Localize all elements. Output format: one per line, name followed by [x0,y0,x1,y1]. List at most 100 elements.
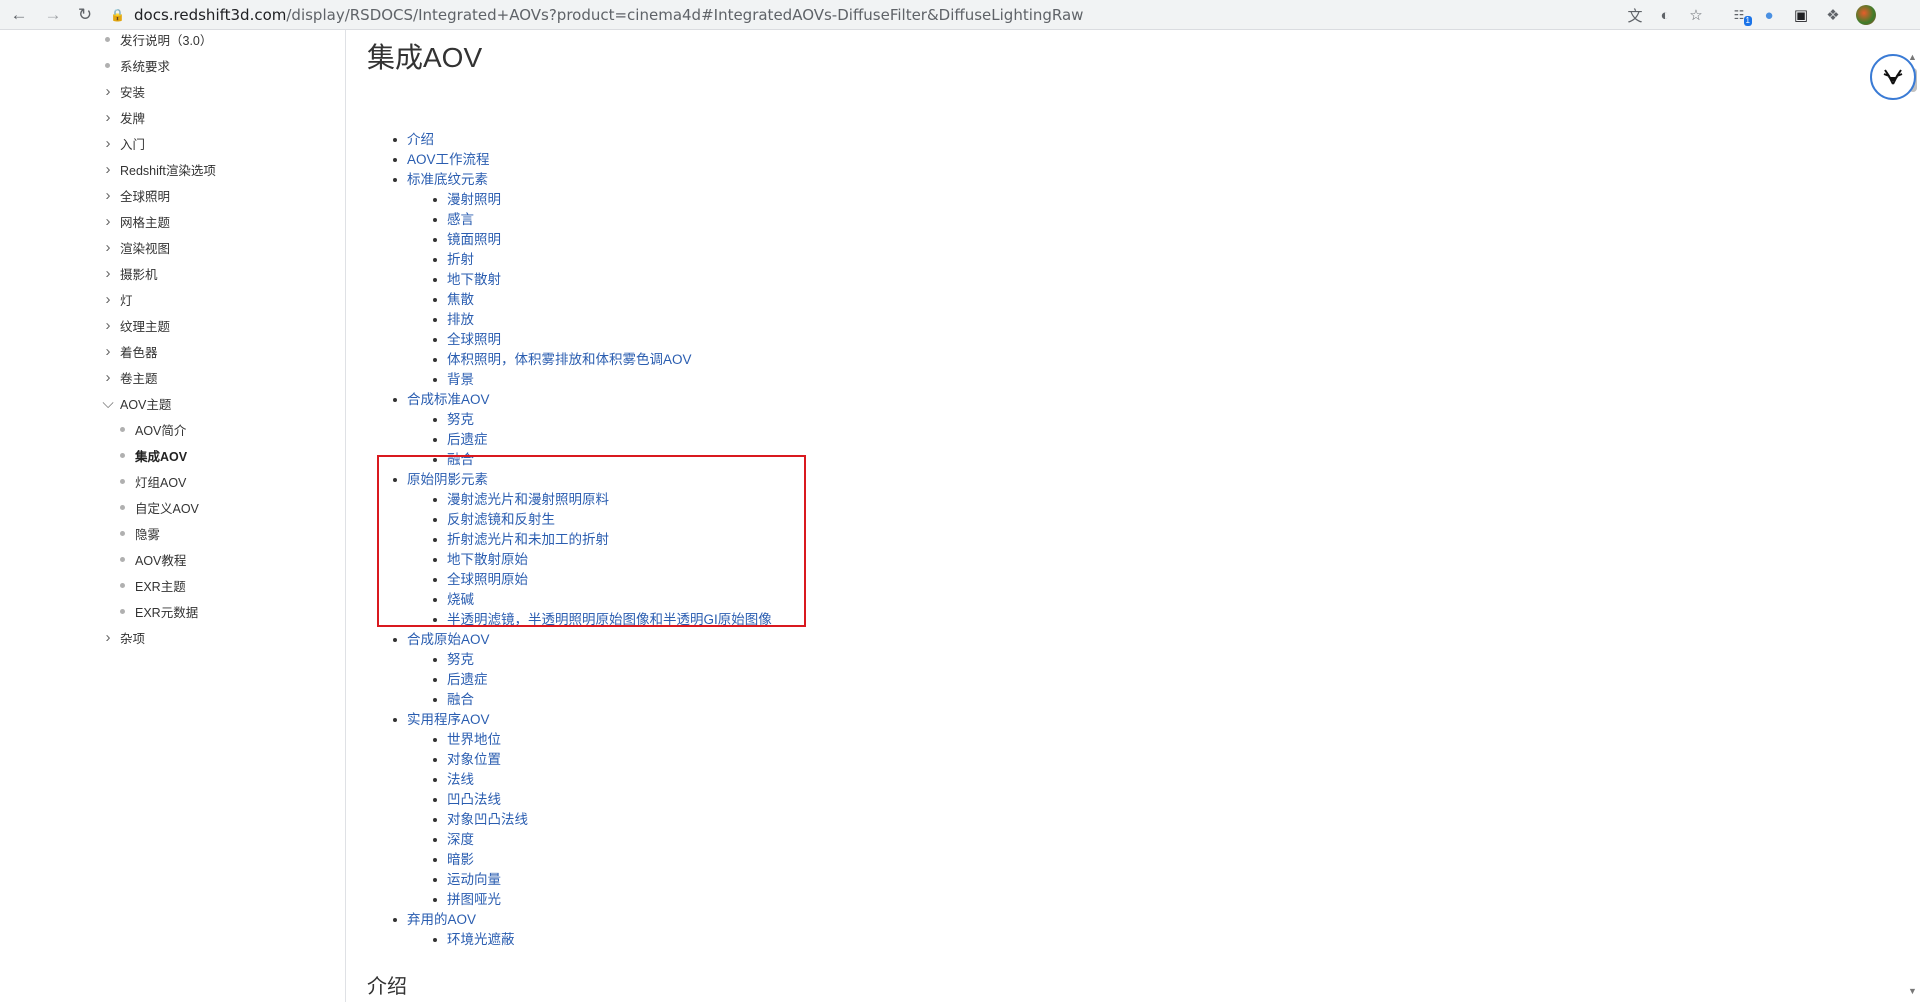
sidebar-item[interactable]: 灯组AOV [120,470,186,492]
chevron-right-icon[interactable]: › [102,317,114,334]
toc-sublink[interactable]: 法线 [447,770,474,790]
toc-link[interactable]: 合成原始AOV [407,630,490,650]
browser-toolbar: ← → ↻ 🔒 docs.redshift3d.com/display/RSDO… [0,0,1920,30]
toc-sublink[interactable]: 全球照明 [447,330,501,350]
toc-link[interactable]: AOV工作流程 [407,150,490,170]
toc-sublink[interactable]: 拼图哑光 [447,890,501,910]
forward-icon[interactable]: → [40,2,66,28]
puzzle-icon[interactable]: ❖ [1822,4,1844,26]
chevron-right-icon[interactable]: › [102,629,114,646]
toc-sublink[interactable]: 暗影 [447,850,474,870]
lock-icon[interactable]: 🔒 [104,8,134,22]
sidebar-item[interactable]: EXR主题 [120,574,186,596]
profile-icon[interactable] [1855,4,1877,26]
sidebar-item[interactable]: › 安装 [102,80,146,102]
sidebar-item-label: EXR主题 [135,579,186,594]
translate-icon[interactable]: 文 [1624,4,1646,26]
toc-link[interactable]: 弃用的AOV [407,910,476,930]
sidebar-item-label: 隐雾 [135,527,161,542]
toc-sublink[interactable]: 背景 [447,370,474,390]
sidebar-item-label: 摄影机 [120,267,158,282]
toc-sublink[interactable]: 努克 [447,650,474,670]
tablet-icon[interactable]: ▣ [1790,4,1812,26]
sidebar-item[interactable]: › 发牌 [102,106,146,128]
reload-icon[interactable]: ↻ [72,2,98,28]
sidebar-item[interactable]: › 卷主题 [102,366,158,388]
chevron-right-icon[interactable]: › [102,213,114,230]
back-icon[interactable]: ← [6,2,32,28]
sidebar-item[interactable]: EXR元数据 [120,600,198,622]
toc-link[interactable]: 实用程序AOV [407,710,490,730]
toc-sublink[interactable]: 漫射照明 [447,190,501,210]
sidebar-item[interactable]: ⌵ AOV主题 [102,392,171,414]
sidebar-item[interactable]: › 网格主题 [102,210,171,232]
chevron-right-icon[interactable]: › [102,83,114,100]
scroll-down-icon[interactable]: ▼ [1908,986,1917,996]
chevron-right-icon[interactable]: › [102,109,114,126]
sidebar-item[interactable]: 集成AOV [120,444,187,466]
sidebar-item[interactable]: 自定义AOV [120,496,199,518]
chevron-down-icon[interactable]: ⌵ [102,395,114,412]
extension-icon[interactable]: ☷ 1 [1728,4,1752,26]
toc-sublink[interactable]: 深度 [447,830,474,850]
sidebar-item-label: AOV教程 [135,553,187,568]
chevron-right-icon[interactable]: › [102,239,114,256]
sidebar-item[interactable]: 发行说明（3.0） [105,30,212,50]
star-icon[interactable]: ☆ [1685,4,1707,26]
toc-bullet-icon [393,398,397,402]
chevron-right-icon[interactable]: › [102,265,114,282]
eye-off-icon[interactable]: ◐ [1654,4,1676,26]
toc-bullet-icon [393,918,397,922]
toc-link[interactable]: 合成标准AOV [407,390,490,410]
chevron-right-icon[interactable]: › [102,291,114,308]
sidebar-item[interactable]: › 着色器 [102,340,158,362]
globe-icon[interactable]: ● [1758,4,1780,26]
toc-sublink[interactable]: 后遗症 [447,430,488,450]
sidebar-item-label: 自定义AOV [135,501,199,516]
sidebar-item[interactable]: AOV简介 [120,418,186,440]
chevron-right-icon[interactable]: › [102,343,114,360]
toc-link[interactable]: 介绍 [407,130,434,150]
toc-sublink[interactable]: 后遗症 [447,670,488,690]
toc-sublink[interactable]: 努克 [447,410,474,430]
sidebar-item[interactable]: › 入门 [102,132,146,154]
bullet-icon [105,62,110,68]
toc-bullet-icon [393,138,397,142]
toc-bullet-icon [433,278,437,282]
toc-sublink[interactable]: 凹凸法线 [447,790,501,810]
toc-sublink[interactable]: 世界地位 [447,730,501,750]
chevron-right-icon[interactable]: › [102,135,114,152]
sidebar-item[interactable]: › 杂项 [102,626,146,648]
toc-sublink[interactable]: 地下散射 [447,270,501,290]
chevron-right-icon[interactable]: › [102,369,114,386]
toc-bullet-icon [433,198,437,202]
sidebar-item[interactable]: AOV教程 [120,548,186,570]
sidebar-item-label: 渲染视图 [120,241,171,256]
toc-sublink[interactable]: 运动向量 [447,870,501,890]
sidebar-item[interactable]: › 全球照明 [102,184,171,206]
scrollbar[interactable]: ▲ ▼ [1906,30,1920,1002]
toc-sublink[interactable]: 焦散 [447,290,474,310]
toc-sublink[interactable]: 环境光遮蔽 [447,930,515,950]
sidebar-item[interactable]: › Redshift渲染选项 [102,158,216,180]
toc-sublink[interactable]: 对象位置 [447,750,501,770]
sidebar-item[interactable]: › 摄影机 [102,262,158,284]
toc-sublink[interactable]: 体积照明，体积雾排放和体积雾色调AOV [447,350,692,370]
toc-sublink[interactable]: 镜面照明 [447,230,501,250]
sidebar-item[interactable]: › 纹理主题 [102,314,171,336]
chevron-right-icon[interactable]: › [102,161,114,178]
address-bar[interactable]: 🔒 docs.redshift3d.com/display/RSDOCS/Int… [104,2,1694,27]
chevron-right-icon[interactable]: › [102,187,114,204]
sidebar-item[interactable]: 隐雾 [120,522,160,544]
floating-avatar-icon[interactable] [1870,54,1916,100]
toc-sublink[interactable]: 排放 [447,310,474,330]
toc-link[interactable]: 标准底纹元素 [407,170,488,190]
sidebar-item-label: 纹理主题 [120,319,171,334]
sidebar-item[interactable]: › 灯 [102,288,133,310]
toc-sublink[interactable]: 折射 [447,250,474,270]
toc-sublink[interactable]: 融合 [447,690,474,710]
sidebar-item[interactable]: › 渲染视图 [102,236,171,258]
toc-sublink[interactable]: 感言 [447,210,474,230]
sidebar-item[interactable]: 系统要求 [105,54,170,76]
toc-sublink[interactable]: 对象凹凸法线 [447,810,528,830]
